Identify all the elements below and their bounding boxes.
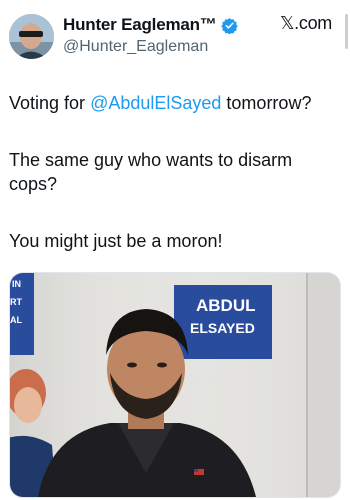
sign-text-2: ELSAYED xyxy=(190,320,255,336)
avatar-photo xyxy=(9,14,54,59)
svg-text:IN: IN xyxy=(12,279,21,289)
tweet-text-suffix: tomorrow? xyxy=(221,93,312,113)
avatar[interactable] xyxy=(9,14,54,59)
photo-scene: IN RT AL ABDUL ELSAYED xyxy=(10,273,340,497)
svg-text:AL: AL xyxy=(10,315,22,325)
tweet-text-line-1: Voting for @AbdulElSayed tomorrow? xyxy=(9,91,311,115)
scrollbar[interactable] xyxy=(345,14,348,49)
tweet-media-photo[interactable]: IN RT AL ABDUL ELSAYED xyxy=(9,272,341,498)
mention-link[interactable]: @AbdulElSayed xyxy=(90,93,221,113)
tweet-text-line-2b: cops? xyxy=(9,174,58,194)
x-logo-label: 𝕏.com xyxy=(279,13,332,33)
tweet-text-prefix: Voting for xyxy=(9,93,91,113)
tweet-card: Hunter Eagleman™ @Hunter_Eagleman 𝕏.com … xyxy=(0,0,350,500)
tweet-text-line-3: You might just be a moron! xyxy=(9,231,223,251)
user-handle[interactable]: @Hunter_Eagleman xyxy=(63,38,208,56)
display-name-row: Hunter Eagleman™ xyxy=(63,14,238,36)
sign-text-1: ABDUL xyxy=(196,296,256,315)
display-name[interactable]: Hunter Eagleman™ xyxy=(63,15,217,35)
tweet-text-line-2a: The same guy who wants to disarm xyxy=(9,150,293,170)
svg-text:RT: RT xyxy=(10,297,22,307)
verified-badge-icon xyxy=(220,17,238,34)
